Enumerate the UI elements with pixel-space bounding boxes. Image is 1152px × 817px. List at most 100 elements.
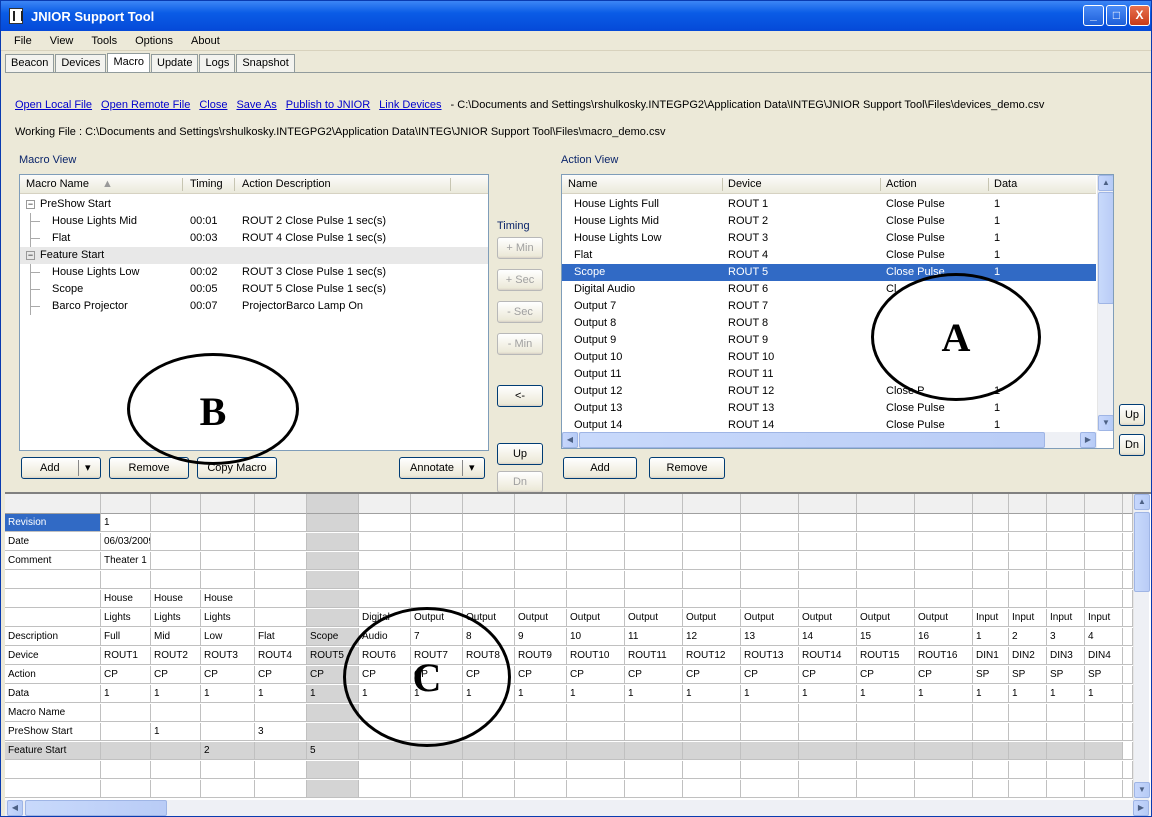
grid-cell[interactable] [1085, 552, 1123, 570]
grid-cell[interactable] [1123, 514, 1133, 532]
grid-cell[interactable]: 3 [255, 723, 307, 741]
grid-cell[interactable] [101, 780, 151, 798]
grid-cell[interactable] [151, 533, 201, 551]
column-header[interactable] [1047, 494, 1085, 514]
grid-cell[interactable] [857, 571, 915, 589]
grid-cell[interactable] [799, 571, 857, 589]
plus-min-button[interactable]: + Min [497, 237, 543, 259]
grid-cell[interactable]: ROUT1 [101, 647, 151, 665]
grid-cell[interactable] [683, 571, 741, 589]
grid-cell[interactable] [1123, 571, 1133, 589]
grid-cell[interactable]: CP [255, 666, 307, 684]
publish-link[interactable]: Publish to JNIOR [286, 99, 370, 111]
grid-cell[interactable]: ROUT4 [255, 647, 307, 665]
grid-cell[interactable] [101, 723, 151, 741]
grid-cell[interactable] [799, 590, 857, 608]
grid-cell[interactable]: 1 [625, 685, 683, 703]
grid-cell[interactable] [515, 552, 567, 570]
grid-cell[interactable]: ROUT13 [741, 647, 799, 665]
grid-cell[interactable]: Scope [307, 628, 359, 646]
grid-cell[interactable] [255, 609, 307, 627]
grid-cell[interactable]: SP [1009, 666, 1047, 684]
grid-cell[interactable]: CP [101, 666, 151, 684]
grid-cell[interactable]: 1 [915, 685, 973, 703]
scroll-up-icon[interactable]: ▲ [1134, 494, 1150, 510]
grid-cell[interactable] [201, 723, 255, 741]
tree-node[interactable]: − Feature Start [20, 247, 488, 264]
action-row[interactable]: Output 13 ROUT 13 Close Pulse 1 [562, 400, 1096, 417]
grid-cell[interactable] [625, 514, 683, 532]
grid-cell[interactable] [151, 704, 201, 722]
column-header[interactable] [915, 494, 973, 514]
grid-cell[interactable] [741, 590, 799, 608]
tree-node[interactable]: House Lights Low 00:02 ROUT 3 Close Pulse … [20, 264, 488, 281]
grid-cell[interactable]: Full [101, 628, 151, 646]
grid-cell[interactable] [307, 723, 359, 741]
column-header[interactable] [101, 494, 151, 514]
menu-tools[interactable]: Tools [82, 35, 126, 47]
grid-cell[interactable] [255, 571, 307, 589]
col-name[interactable]: Name [568, 178, 597, 190]
grid-cell[interactable] [915, 590, 973, 608]
grid-cell[interactable]: CP [567, 666, 625, 684]
grid-cell[interactable]: CP [857, 666, 915, 684]
grid-cell[interactable] [1047, 761, 1085, 779]
grid-cell[interactable] [1009, 723, 1047, 741]
grid-cell[interactable] [1009, 761, 1047, 779]
grid-cell[interactable] [1009, 552, 1047, 570]
tab-macro[interactable]: Macro [107, 53, 150, 73]
grid-cell[interactable] [1085, 514, 1123, 532]
grid-cell[interactable] [741, 514, 799, 532]
column-header[interactable] [201, 494, 255, 514]
grid-cell[interactable] [799, 704, 857, 722]
action-row[interactable]: House Lights Low ROUT 3 Close Pulse 1 [562, 230, 1096, 247]
action-row[interactable]: Scope ROUT 5 Close Pulse 1 [562, 264, 1096, 281]
col-action-desc[interactable]: Action Description [242, 178, 331, 190]
grid-cell[interactable] [915, 761, 973, 779]
grid-cell[interactable] [515, 742, 567, 760]
grid-cell[interactable] [1085, 723, 1123, 741]
grid-cell[interactable]: Flat [255, 628, 307, 646]
grid-cell[interactable]: House [101, 590, 151, 608]
grid-cell[interactable] [151, 514, 201, 532]
grid-cell[interactable] [463, 514, 515, 532]
tree-toggle-icon[interactable]: − [26, 251, 35, 260]
grid-cell[interactable] [973, 723, 1009, 741]
grid-row-label[interactable]: Action [5, 666, 101, 684]
grid-cell[interactable]: 9 [515, 628, 567, 646]
grid-cell[interactable] [1047, 514, 1085, 532]
scroll-down-icon[interactable]: ▼ [1098, 415, 1113, 431]
grid-cell[interactable]: 1 [101, 685, 151, 703]
grid-cell[interactable]: ROUT16 [915, 647, 973, 665]
grid-cell[interactable]: DIN1 [973, 647, 1009, 665]
minus-min-button[interactable]: - Min [497, 333, 543, 355]
grid-cell[interactable]: CP [515, 666, 567, 684]
action-row[interactable]: Flat ROUT 4 Close Pulse 1 [562, 247, 1096, 264]
grid-cell[interactable]: CP [625, 666, 683, 684]
column-header[interactable] [255, 494, 307, 514]
tree-node[interactable]: Scope 00:05 ROUT 5 Close Pulse 1 sec(s) [20, 281, 488, 298]
grid-cell[interactable] [1123, 780, 1133, 798]
grid-row-label[interactable]: Date [5, 533, 101, 551]
grid-cell[interactable]: 1 [973, 685, 1009, 703]
grid-cell[interactable] [799, 552, 857, 570]
column-header[interactable] [567, 494, 625, 514]
grid-cell[interactable] [1009, 704, 1047, 722]
grid-cell[interactable] [741, 723, 799, 741]
grid-cell[interactable] [683, 704, 741, 722]
action-row[interactable]: House Lights Mid ROUT 2 Close Pulse 1 [562, 213, 1096, 230]
grid-cell[interactable] [683, 761, 741, 779]
column-header[interactable] [411, 494, 463, 514]
grid-cell[interactable] [255, 780, 307, 798]
grid-cell[interactable]: ROUT12 [683, 647, 741, 665]
grid-cell[interactable] [915, 552, 973, 570]
grid-cell[interactable] [1047, 742, 1085, 760]
grid-cell[interactable]: CP [683, 666, 741, 684]
open-remote-file-link[interactable]: Open Remote File [101, 99, 190, 111]
grid-cell[interactable] [973, 590, 1009, 608]
column-header[interactable] [307, 494, 359, 514]
scroll-down-icon[interactable]: ▼ [1134, 782, 1150, 798]
grid-cell[interactable] [799, 761, 857, 779]
grid-scroll-thumb[interactable] [1134, 512, 1150, 592]
plus-sec-button[interactable]: + Sec [497, 269, 543, 291]
